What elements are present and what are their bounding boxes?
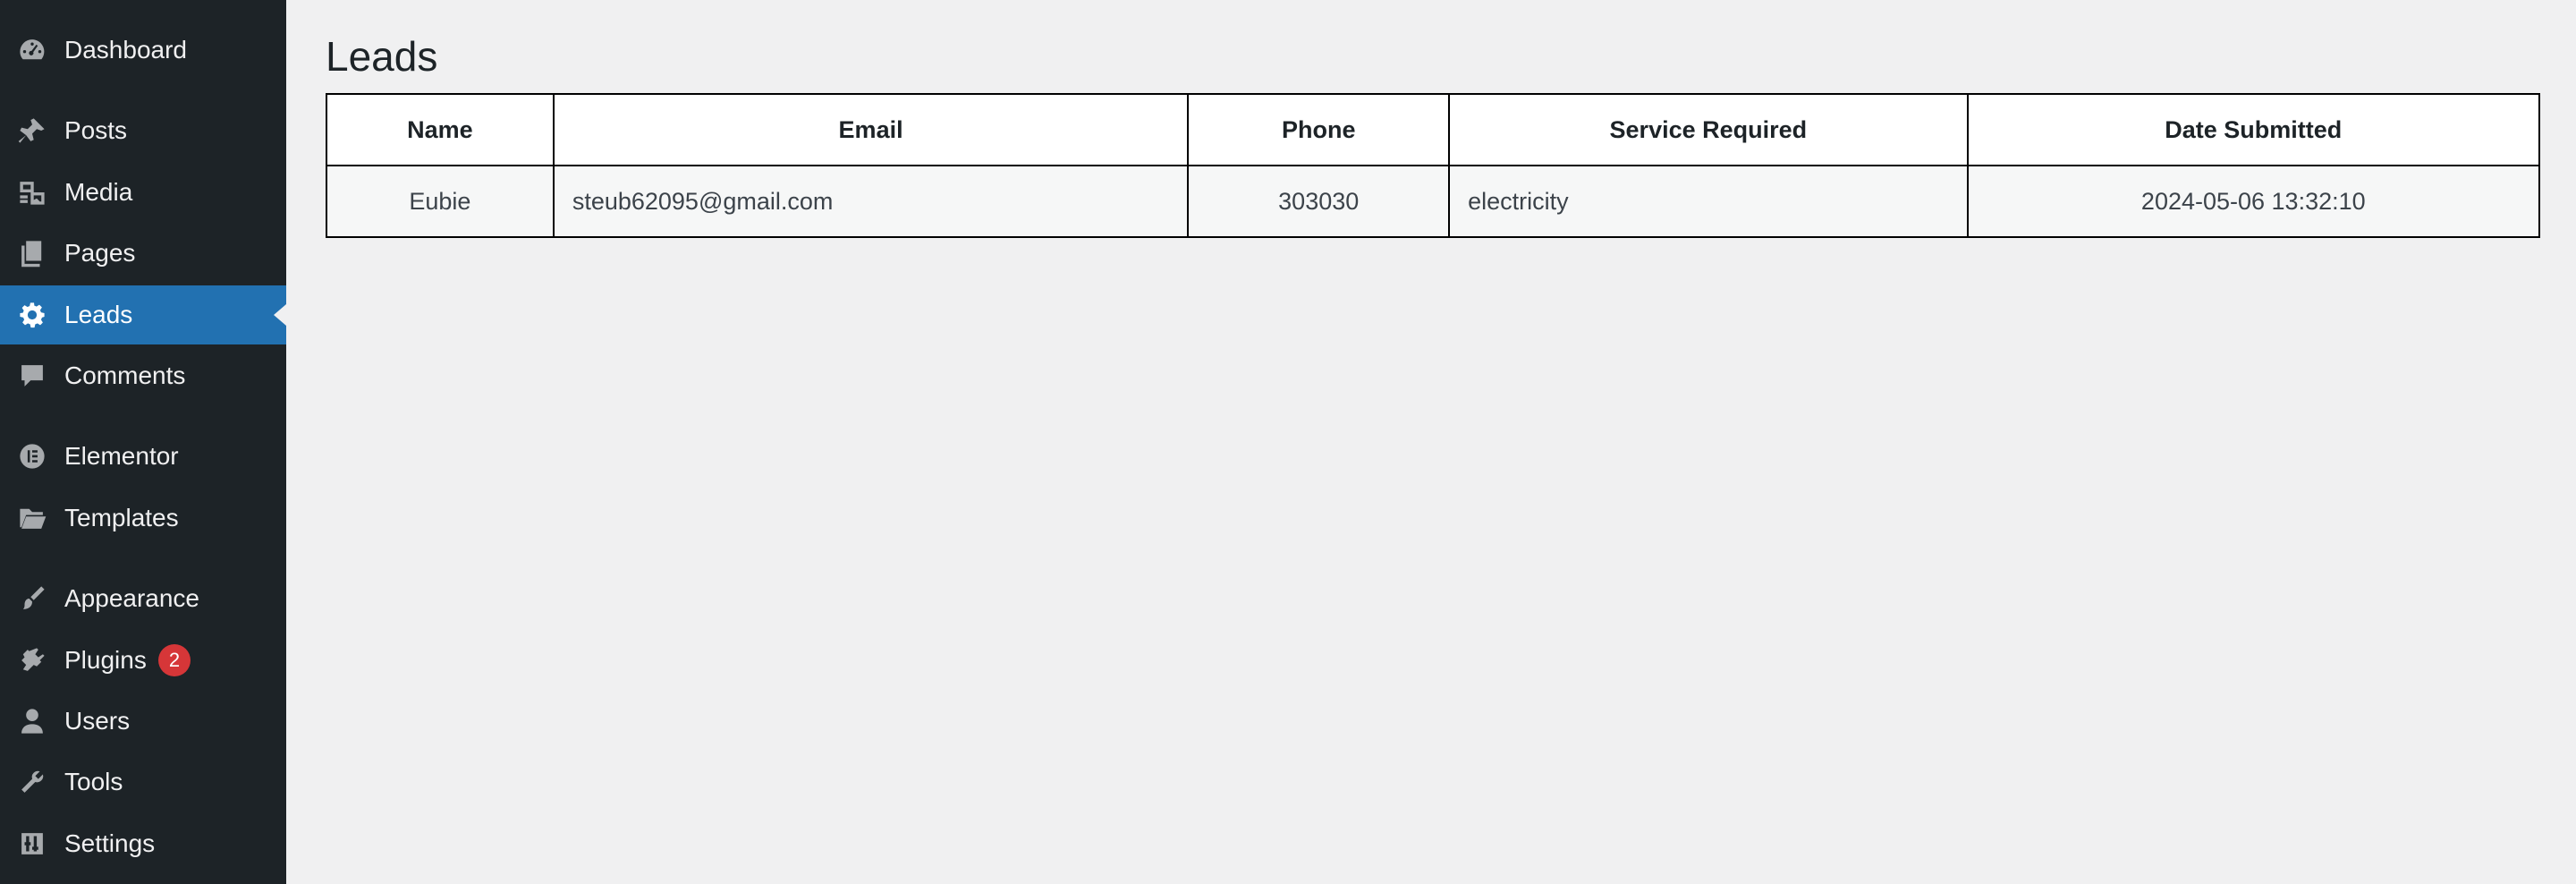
sidebar-item-label: Templates: [64, 504, 179, 531]
comment-icon: [16, 360, 48, 392]
column-header-phone: Phone: [1187, 93, 1451, 166]
sidebar-item-label: Appearance: [64, 584, 200, 612]
plugins-update-badge: 2: [158, 644, 191, 676]
sidebar-item-plugins[interactable]: Plugins 2: [0, 631, 286, 690]
pages-icon: [16, 237, 48, 269]
gear-icon: [16, 299, 48, 331]
paintbrush-icon: [16, 582, 48, 615]
elementor-icon: [16, 440, 48, 472]
sidebar-item-users[interactable]: Users: [0, 692, 286, 751]
sidebar-item-posts[interactable]: Posts: [0, 101, 286, 160]
dashboard-icon: [16, 34, 48, 66]
sidebar-item-label: Tools: [64, 768, 123, 795]
cell-date-submitted: 2024-05-06 13:32:10: [1966, 165, 2541, 238]
sidebar-item-appearance[interactable]: Appearance: [0, 569, 286, 628]
media-icon: [16, 176, 48, 208]
sidebar-item-label: Media: [64, 178, 133, 206]
wrench-icon: [16, 766, 48, 798]
user-icon: [16, 705, 48, 737]
sidebar-item-leads[interactable]: Leads: [0, 285, 286, 344]
folder-icon: [16, 502, 48, 534]
sidebar-item-dashboard[interactable]: Dashboard: [0, 21, 286, 80]
column-header-name: Name: [326, 93, 555, 166]
sidebar-item-label: Elementor: [64, 442, 179, 470]
column-header-service-required: Service Required: [1448, 93, 1969, 166]
sidebar-item-label: Leads: [64, 301, 133, 328]
table-row: Eubie steub62095@gmail.com 303030 electr…: [326, 165, 2541, 238]
sidebar-item-label: Settings: [64, 829, 156, 857]
sidebar-item-label: Posts: [64, 116, 128, 144]
admin-sidebar: Dashboard Posts Media Pages Leads Commen…: [0, 0, 286, 884]
sidebar-item-templates[interactable]: Templates: [0, 489, 286, 548]
sidebar-item-label: Plugins: [64, 646, 147, 674]
column-header-email: Email: [552, 93, 1190, 166]
sidebar-item-elementor[interactable]: Elementor: [0, 427, 286, 486]
page-title: Leads: [326, 33, 438, 80]
sidebar-item-tools[interactable]: Tools: [0, 752, 286, 812]
sidebar-item-label: Comments: [64, 361, 186, 389]
pushpin-icon: [16, 115, 48, 147]
cell-email: steub62095@gmail.com: [552, 165, 1190, 238]
column-header-date-submitted: Date Submitted: [1966, 93, 2541, 166]
sidebar-item-label: Dashboard: [64, 36, 187, 64]
sidebar-item-label: Users: [64, 707, 131, 735]
sidebar-item-pages[interactable]: Pages: [0, 224, 286, 283]
table-header-row: Name Email Phone Service Required Date S…: [326, 93, 2541, 166]
sidebar-item-label: Pages: [64, 239, 136, 267]
sidebar-item-settings[interactable]: Settings: [0, 814, 286, 873]
cell-name: Eubie: [326, 165, 555, 238]
plug-icon: [16, 644, 48, 676]
sidebar-item-media[interactable]: Media: [0, 163, 286, 222]
leads-table: Name Email Phone Service Required Date S…: [326, 93, 2541, 238]
cell-service-required: electricity: [1448, 165, 1969, 238]
cell-phone: 303030: [1187, 165, 1451, 238]
settings-sliders-icon: [16, 828, 48, 860]
sidebar-item-comments[interactable]: Comments: [0, 346, 286, 405]
